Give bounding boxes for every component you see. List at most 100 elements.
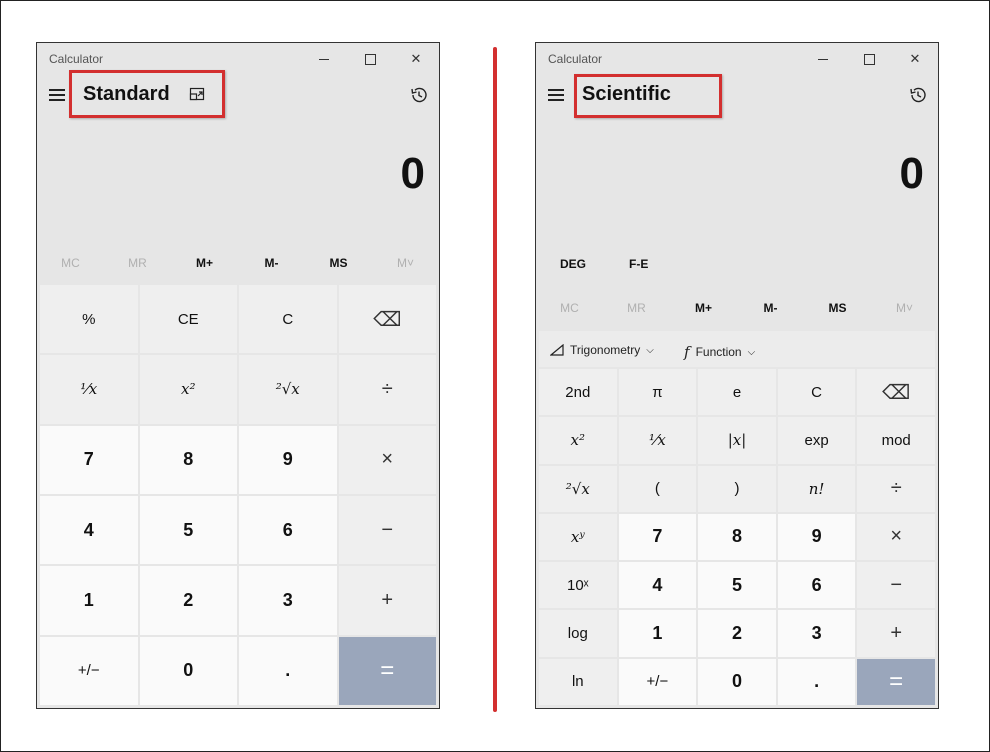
deg-button[interactable]: DEG (560, 257, 586, 271)
reciprocal-key[interactable]: ⅟x (618, 417, 697, 464)
key-5[interactable]: 5 (698, 562, 776, 609)
close-icon: ✕ (410, 51, 422, 66)
key-2[interactable]: 2 (139, 566, 237, 635)
maximize-icon (364, 53, 376, 65)
memory-list-button[interactable]: M˅ (372, 243, 439, 283)
multiply-key[interactable]: × (857, 513, 935, 561)
divide-key[interactable]: ÷ (857, 465, 935, 512)
history-icon[interactable] (908, 85, 928, 105)
minimize-icon (818, 58, 828, 60)
multiply-key[interactable]: × (338, 425, 436, 494)
reciprocal-key[interactable]: ⅟x (40, 355, 138, 424)
minus-key[interactable]: − (338, 496, 436, 565)
maximize-button[interactable] (846, 43, 892, 75)
negate-key[interactable]: +/− (618, 658, 697, 705)
minimize-button[interactable] (301, 43, 347, 75)
m-plus-button[interactable]: M+ (171, 243, 238, 283)
key-2[interactable]: 2 (698, 610, 776, 657)
key-8[interactable]: 8 (139, 425, 237, 494)
key-9[interactable]: 9 (239, 425, 337, 494)
memory-list-button[interactable]: M˅ (871, 288, 938, 328)
key-7[interactable]: 7 (40, 425, 138, 494)
power-key[interactable]: xʸ (539, 513, 617, 561)
function-dropdown[interactable]: f Function ⌵ (684, 343, 755, 361)
key-1[interactable]: 1 (618, 610, 697, 657)
close-button[interactable]: ✕ (892, 43, 938, 75)
key-8[interactable]: 8 (698, 513, 776, 561)
backspace-key[interactable]: ⌫ (338, 285, 436, 354)
trigonometry-dropdown[interactable]: Trigonometry ⌵ (550, 343, 654, 357)
key-1[interactable]: 1 (40, 566, 138, 635)
m-minus-button[interactable]: M- (737, 288, 804, 328)
mc-button[interactable]: MC (37, 243, 104, 283)
open-paren-key[interactable]: ( (618, 465, 697, 512)
sqrt-key[interactable]: ²√x (539, 465, 617, 512)
negate-key[interactable]: +/− (40, 636, 138, 705)
equals-key[interactable]: = (857, 658, 935, 705)
divide-key[interactable]: ÷ (338, 355, 436, 424)
maximize-icon (863, 53, 875, 65)
factorial-key[interactable]: n! (777, 465, 856, 512)
exp-key[interactable]: exp (777, 417, 856, 464)
hamburger-icon[interactable] (49, 89, 65, 101)
pi-key[interactable]: π (618, 369, 697, 416)
key-0[interactable]: 0 (139, 636, 237, 705)
e-key[interactable]: e (698, 369, 776, 416)
ln-key[interactable]: ln (539, 658, 617, 705)
key-3[interactable]: 3 (239, 566, 337, 635)
abs-key[interactable]: |x| (698, 417, 776, 464)
ten-power-key[interactable]: 10ˣ (539, 562, 617, 609)
highlight-box (574, 74, 722, 118)
key-7[interactable]: 7 (618, 513, 697, 561)
backspace-key[interactable]: ⌫ (857, 369, 935, 416)
m-minus-button[interactable]: M- (238, 243, 305, 283)
key-4[interactable]: 4 (618, 562, 697, 609)
maximize-button[interactable] (347, 43, 393, 75)
memory-row: MC MR M+ M- MS M˅ (37, 243, 439, 283)
decimal-key[interactable]: . (239, 636, 337, 705)
triangle-icon (550, 344, 564, 356)
key-6[interactable]: 6 (777, 562, 856, 609)
ms-button[interactable]: MS (305, 243, 372, 283)
key-9[interactable]: 9 (777, 513, 856, 561)
plus-key[interactable]: + (338, 566, 436, 635)
hamburger-icon[interactable] (548, 89, 564, 101)
mr-button[interactable]: MR (603, 288, 670, 328)
plus-key[interactable]: + (857, 610, 935, 657)
c-key[interactable]: C (777, 369, 856, 416)
fe-button[interactable]: F-E (629, 257, 648, 271)
history-icon[interactable] (409, 85, 429, 105)
square-key[interactable]: x² (139, 355, 237, 424)
log-key[interactable]: log (539, 610, 617, 657)
key-5[interactable]: 5 (139, 496, 237, 565)
mod-key[interactable]: mod (857, 417, 935, 464)
square-key[interactable]: x² (539, 417, 617, 464)
m-plus-button[interactable]: M+ (670, 288, 737, 328)
c-key[interactable]: C (239, 285, 337, 354)
minus-key[interactable]: − (857, 562, 935, 609)
close-button[interactable]: ✕ (393, 43, 439, 75)
key-4[interactable]: 4 (40, 496, 138, 565)
key-0[interactable]: 0 (698, 658, 776, 705)
mr-button[interactable]: MR (104, 243, 171, 283)
key-3[interactable]: 3 (777, 610, 856, 657)
calculator-standard: Calculator ✕ Standard 0 MC MR M+ M- MS M… (36, 42, 440, 709)
ce-key[interactable]: CE (139, 285, 237, 354)
display-value: 0 (899, 149, 924, 198)
decimal-key[interactable]: . (777, 658, 856, 705)
ms-button[interactable]: MS (804, 288, 871, 328)
second-key[interactable]: 2nd (539, 369, 617, 416)
equals-key[interactable]: = (338, 636, 436, 705)
chevron-down-icon: ⌵ (747, 346, 756, 358)
memory-row: MC MR M+ M- MS M˅ (536, 288, 938, 328)
key-6[interactable]: 6 (239, 496, 337, 565)
app-title: Calculator (548, 52, 603, 66)
sqrt-key[interactable]: ²√x (239, 355, 337, 424)
mc-button[interactable]: MC (536, 288, 603, 328)
app-title: Calculator (49, 52, 104, 66)
minimize-button[interactable] (800, 43, 846, 75)
red-divider (493, 47, 497, 712)
close-paren-key[interactable]: ) (698, 465, 776, 512)
percent-key[interactable]: % (40, 285, 138, 354)
display-value: 0 (400, 149, 425, 198)
